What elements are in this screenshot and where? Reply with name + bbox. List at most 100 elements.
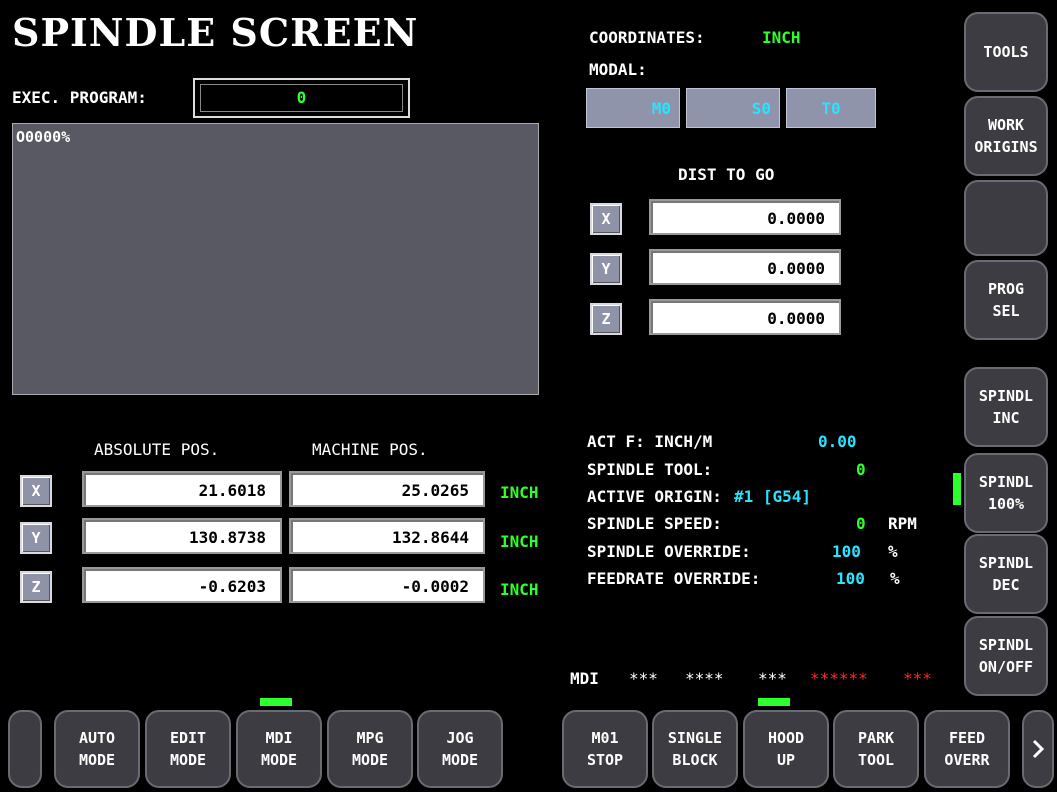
spindle-tool-label: SPINDLE TOOL: [587, 460, 713, 479]
mdi-stars-red-2: *** [903, 669, 932, 688]
jog-mode-label-1: JOG [446, 729, 474, 747]
park-tool-label-2: TOOL [857, 751, 895, 769]
edit-mode-label-1: EDIT [169, 729, 207, 747]
modal-t-chip: T0 [786, 88, 876, 128]
mach-x-value: 25.0265 [289, 471, 485, 507]
single-block-label-2: BLOCK [672, 751, 718, 769]
spindl-dec-button[interactable]: SPINDL DEC [964, 534, 1048, 614]
mdi-mode-text: MDI [570, 669, 599, 688]
page-title: SPINDLE SCREEN [12, 10, 419, 55]
spindl-inc-label-2: INC [992, 409, 1020, 427]
dtg-axis-z-button[interactable]: Z [590, 303, 622, 335]
mach-y-value: 132.8644 [289, 518, 485, 554]
spindl-onoff-label-2: ON/OFF [978, 658, 1034, 676]
pos-axis-z-button[interactable]: Z [20, 571, 52, 603]
prog-sel-label-2: SEL [992, 302, 1020, 320]
edit-mode-label-2: MODE [169, 751, 207, 769]
mdi-mode-label-1: MDI [265, 729, 293, 747]
blank-softkey-button[interactable] [964, 180, 1048, 256]
feed-overr-label-2: OVERR [944, 751, 990, 769]
mdi-stars-1: *** [629, 669, 658, 688]
scroll-left-button[interactable] [8, 710, 42, 788]
active-origin-label: ACTIVE ORIGIN: [587, 487, 722, 506]
jog-mode-label-2: MODE [441, 751, 479, 769]
exec-program-label: EXEC. PROGRAM: [12, 88, 147, 107]
auto-mode-label-1: AUTO [78, 729, 116, 747]
spindle-speed-label: SPINDLE SPEED: [587, 514, 722, 533]
feedrate-override-unit: % [890, 569, 900, 588]
act-f-value: 0.00 [818, 432, 857, 451]
m01-stop-label-1: M01 [591, 729, 619, 747]
coordinates-label: COORDINATES: [589, 28, 705, 47]
pos-axis-y-button[interactable]: Y [20, 522, 52, 554]
dtg-z-value: 0.0000 [649, 299, 841, 335]
hood-up-active-indicator [758, 698, 790, 706]
spindl-onoff-button[interactable]: SPINDL ON/OFF [964, 616, 1048, 696]
spindle-override-label: SPINDLE OVERRIDE: [587, 542, 751, 561]
coordinates-value: INCH [762, 28, 801, 47]
dtg-axis-x-button[interactable]: X [590, 203, 622, 235]
spindl-100-label-1: SPINDL [978, 473, 1034, 491]
pos-axis-x-button[interactable]: X [20, 475, 52, 507]
park-tool-button[interactable]: PARK TOOL [833, 710, 919, 788]
m01-stop-button[interactable]: M01 STOP [562, 710, 648, 788]
jog-mode-button[interactable]: JOG MODE [417, 710, 503, 788]
program-listing[interactable]: O0000% [12, 123, 539, 395]
next-page-button[interactable] [1022, 710, 1054, 788]
hood-up-label-1: HOOD [767, 729, 805, 747]
absolute-pos-header: ABSOLUTE POS. [94, 440, 220, 459]
pos-z-unit: INCH [500, 580, 539, 599]
mdi-mode-active-indicator [260, 698, 292, 706]
mdi-mode-button[interactable]: MDI MODE [236, 710, 322, 788]
hood-up-label-2: UP [776, 751, 796, 769]
mpg-mode-label-1: MPG [356, 729, 384, 747]
feed-overr-label-1: FEED [948, 729, 986, 747]
park-tool-label-1: PARK [857, 729, 895, 747]
active-origin-value: #1 [G54] [734, 487, 812, 506]
edit-mode-button[interactable]: EDIT MODE [145, 710, 231, 788]
mdi-stars-3: *** [758, 669, 787, 688]
exec-program-value: 0 [200, 84, 403, 112]
spindl-inc-button[interactable]: SPINDL INC [964, 367, 1048, 447]
prog-sel-label-1: PROG [987, 280, 1025, 298]
spindl-dec-label-1: SPINDL [978, 554, 1034, 572]
exec-program-field[interactable]: 0 [193, 78, 410, 118]
m01-stop-label-2: STOP [586, 751, 624, 769]
spindl-inc-label-1: SPINDL [978, 387, 1034, 405]
modal-m-chip: M0 [586, 88, 680, 128]
spindle-tool-value: 0 [856, 460, 866, 479]
auto-mode-label-2: MODE [78, 751, 116, 769]
spindle-override-unit: % [888, 542, 898, 561]
mdi-stars-2: **** [685, 669, 724, 688]
work-origins-label-1: WORK [987, 116, 1025, 134]
spindl-100-active-indicator [953, 473, 961, 505]
mpg-mode-button[interactable]: MPG MODE [327, 710, 413, 788]
hood-up-button[interactable]: HOOD UP [743, 710, 829, 788]
spindle-speed-unit: RPM [888, 514, 917, 533]
tools-button[interactable]: TOOLS [964, 12, 1048, 92]
tools-button-label: TOOLS [983, 43, 1029, 61]
machine-pos-header: MACHINE POS. [312, 440, 428, 459]
act-f-label: ACT F: INCH/M [587, 432, 713, 451]
single-block-button[interactable]: SINGLE BLOCK [652, 710, 738, 788]
modal-label: MODAL: [589, 60, 647, 79]
work-origins-button[interactable]: WORK ORIGINS [964, 96, 1048, 176]
modal-s-chip: S0 [686, 88, 780, 128]
auto-mode-button[interactable]: AUTO MODE [54, 710, 140, 788]
mdi-stars-red-1: ****** [810, 669, 868, 688]
dtg-y-value: 0.0000 [649, 249, 841, 285]
dtg-x-value: 0.0000 [649, 199, 841, 235]
program-text: O0000% [16, 128, 71, 146]
pos-x-unit: INCH [500, 483, 539, 502]
spindl-100-label-2: 100% [987, 495, 1025, 513]
single-block-label-1: SINGLE [667, 729, 723, 747]
spindl-100-button[interactable]: SPINDL 100% [964, 453, 1048, 533]
mdi-mode-label-2: MODE [260, 751, 298, 769]
dtg-axis-y-button[interactable]: Y [590, 253, 622, 285]
prog-sel-button[interactable]: PROG SEL [964, 260, 1048, 340]
feed-overr-button[interactable]: FEED OVERR [924, 710, 1010, 788]
feedrate-override-value: 100 [836, 569, 865, 588]
spindl-dec-label-2: DEC [992, 576, 1020, 594]
feedrate-override-label: FEEDRATE OVERRIDE: [587, 569, 761, 588]
chevron-right-icon [1032, 739, 1044, 759]
